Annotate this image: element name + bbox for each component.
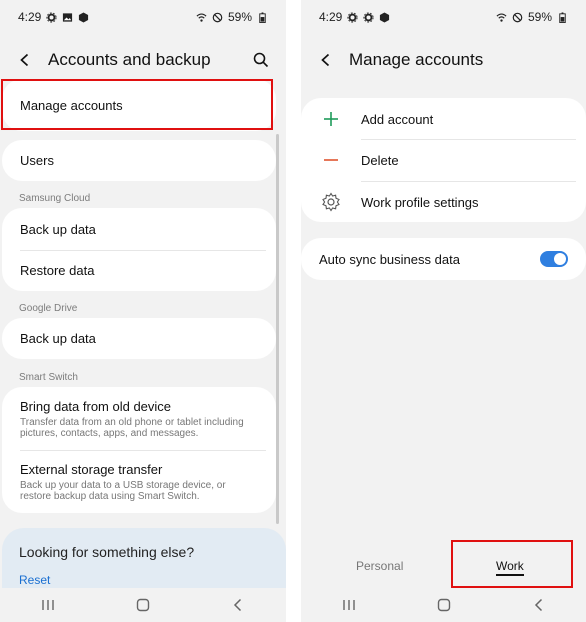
settings-gear-icon: [363, 11, 374, 23]
external-storage-title: External storage transfer: [20, 461, 163, 477]
recents-icon: [41, 600, 54, 610]
users-label: Users: [20, 153, 54, 168]
toggle-knob: [554, 253, 566, 265]
section-samsung-cloud: Samsung Cloud: [19, 193, 91, 204]
home-icon: [437, 598, 450, 612]
samsung-restore-label: Restore data: [20, 263, 95, 278]
google-drive-card: Back up data: [2, 318, 276, 359]
page-header: Manage accounts: [301, 42, 586, 78]
section-google-drive: Google Drive: [19, 303, 78, 314]
delete-item[interactable]: Delete: [301, 139, 586, 181]
status-bar: 4:29 59%: [301, 0, 586, 34]
section-smart-switch: Smart Switch: [19, 372, 78, 383]
settings-gear-icon: [46, 11, 57, 23]
work-profile-settings-item[interactable]: Work profile settings: [301, 181, 586, 223]
wifi-icon: [496, 12, 507, 22]
page-title: Accounts and backup: [48, 50, 211, 69]
home-button[interactable]: [424, 593, 464, 617]
account-actions-card: Add account Delete Work profile settings: [301, 98, 586, 222]
do-not-disturb-icon: [212, 12, 223, 22]
work-tab-highlight: [451, 540, 573, 588]
system-nav-bar: [301, 588, 586, 622]
battery-icon: [559, 11, 566, 23]
nav-back-button[interactable]: [519, 593, 559, 617]
manage-accounts-highlight: [1, 79, 273, 130]
status-time: 4:29: [319, 10, 343, 24]
samsung-backup-label: Back up data: [20, 221, 96, 237]
chevron-left-icon: [20, 53, 29, 67]
external-storage-item[interactable]: External storage transfer Back up your d…: [2, 450, 276, 513]
do-not-disturb-icon: [512, 12, 523, 22]
home-icon: [136, 598, 150, 612]
settings-gear-icon: [347, 11, 358, 23]
image-icon: [63, 12, 73, 22]
search-icon: [253, 52, 269, 68]
home-button[interactable]: [123, 593, 163, 617]
accounts-and-backup-screen: 4:29 59% Accounts and backup Manage acco…: [0, 0, 286, 622]
samsung-cloud-card: Back up data Restore data: [2, 208, 276, 291]
status-bar: 4:29 59%: [0, 0, 286, 34]
page-header: Accounts and backup: [0, 42, 286, 78]
bring-data-item[interactable]: Bring data from old device Transfer data…: [2, 387, 276, 450]
smart-switch-card: Bring data from old device Transfer data…: [2, 387, 276, 513]
page-title: Manage accounts: [349, 50, 484, 69]
external-storage-subtitle: Back up your data to a USB storage devic…: [20, 479, 226, 502]
bring-data-subtitle: Transfer data from an old phone or table…: [20, 416, 244, 439]
suggestions-question: Looking for something else?: [19, 544, 195, 560]
settings-gear-icon: [322, 192, 340, 212]
plus-icon: [324, 112, 338, 126]
auto-sync-label: Auto sync business data: [319, 251, 460, 267]
recents-button[interactable]: [28, 593, 68, 617]
wifi-icon: [196, 12, 207, 22]
hexagon-icon: [380, 11, 390, 23]
tab-personal[interactable]: Personal: [356, 559, 403, 573]
minus-icon: [324, 159, 338, 161]
recents-icon: [342, 600, 355, 610]
chevron-left-icon: [321, 53, 330, 67]
search-button[interactable]: [250, 49, 272, 71]
battery-percentage: 59%: [227, 10, 252, 24]
samsung-restore-item[interactable]: Restore data: [2, 250, 276, 291]
battery-icon: [259, 11, 266, 23]
back-button[interactable]: [14, 49, 36, 71]
work-profile-settings-label: Work profile settings: [361, 194, 479, 210]
back-icon: [234, 598, 242, 612]
manage-accounts-screen: 4:29 59% Manage accounts Add account Del…: [301, 0, 586, 622]
recents-button[interactable]: [329, 593, 369, 617]
users-item[interactable]: Users: [2, 140, 276, 181]
nav-back-button[interactable]: [218, 593, 258, 617]
battery-percentage: 59%: [527, 10, 552, 24]
google-backup-label: Back up data: [20, 331, 96, 346]
scrollbar[interactable]: [276, 134, 279, 524]
status-time: 4:29: [18, 10, 42, 24]
auto-sync-card: Auto sync business data: [301, 238, 586, 280]
back-icon: [534, 598, 542, 612]
auto-sync-toggle[interactable]: [540, 251, 568, 267]
add-account-item[interactable]: Add account: [301, 98, 586, 140]
add-account-label: Add account: [361, 111, 434, 127]
users-card: Users: [2, 140, 276, 181]
hexagon-icon: [79, 11, 89, 23]
system-nav-bar: [0, 588, 286, 622]
google-backup-item[interactable]: Back up data: [2, 318, 276, 359]
bring-data-title: Bring data from old device: [20, 398, 172, 414]
reset-link[interactable]: Reset: [19, 573, 50, 587]
back-button[interactable]: [315, 49, 337, 71]
samsung-backup-item[interactable]: Back up data: [2, 208, 276, 250]
delete-label: Delete: [361, 152, 399, 168]
